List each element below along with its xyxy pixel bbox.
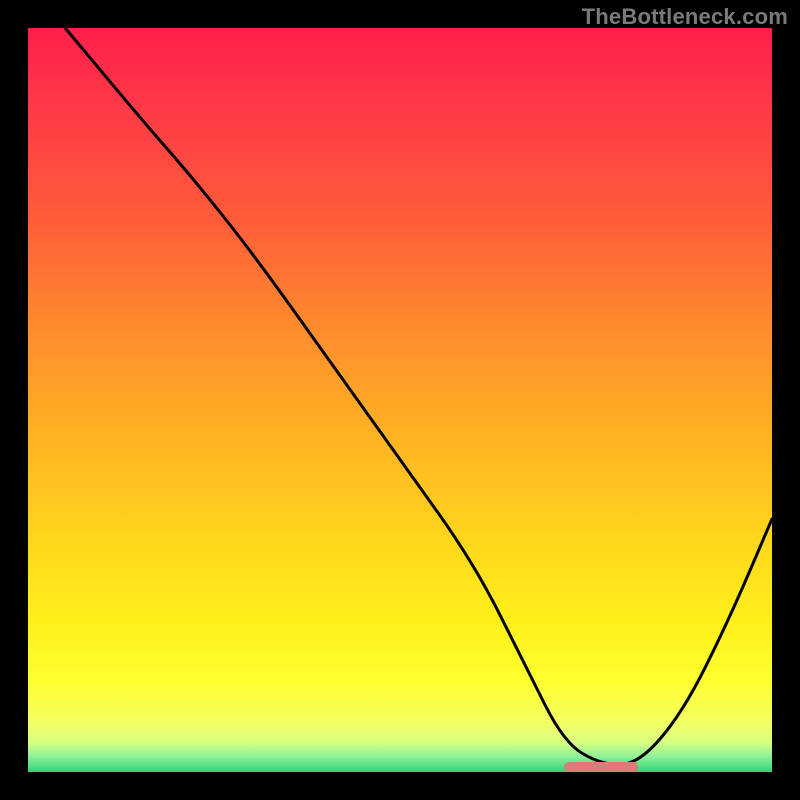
plot-area xyxy=(28,28,772,772)
chart-frame: TheBottleneck.com xyxy=(0,0,800,800)
bottleneck-curve-path xyxy=(65,28,772,765)
optimal-marker xyxy=(564,762,638,772)
watermark-text: TheBottleneck.com xyxy=(582,4,788,30)
curve-svg xyxy=(28,28,772,772)
